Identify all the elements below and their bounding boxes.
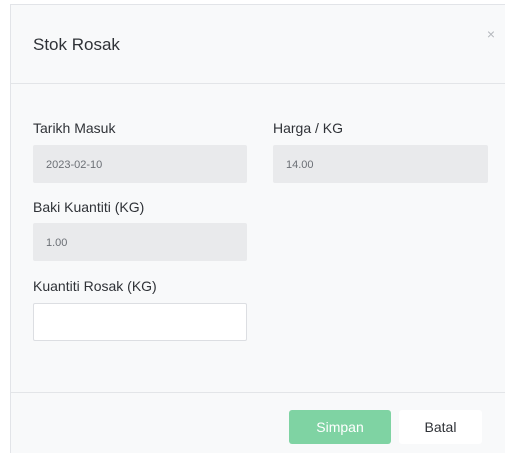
stok-rosak-modal: Stok Rosak × Tarikh Masuk 2023-02-10 Har… [10, 4, 505, 453]
tarikh-masuk-field: 2023-02-10 [33, 145, 247, 183]
tarikh-masuk-label: Tarikh Masuk [33, 120, 116, 136]
harga-kg-label: Harga / KG [273, 120, 344, 136]
kuantiti-rosak-label: Kuantiti Rosak (KG) [33, 278, 157, 294]
close-icon[interactable]: × [487, 27, 495, 41]
save-button[interactable]: Simpan [289, 410, 391, 444]
modal-header: Stok Rosak × [11, 5, 505, 84]
modal-title: Stok Rosak [33, 35, 120, 54]
baki-kuantiti-label: Baki Kuantiti (KG) [33, 199, 145, 215]
harga-kg-field: 14.00 [273, 145, 488, 183]
kuantiti-rosak-input[interactable] [33, 303, 247, 341]
cancel-button[interactable]: Batal [399, 410, 482, 444]
baki-kuantiti-field: 1.00 [33, 223, 247, 261]
modal-footer: Simpan Batal [11, 392, 505, 455]
